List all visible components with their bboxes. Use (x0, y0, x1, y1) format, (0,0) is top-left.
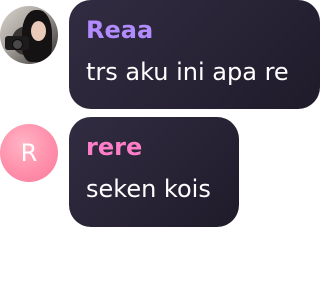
message-bubble[interactable]: rere seken kois (69, 117, 239, 227)
sender-name[interactable]: Reaa (86, 15, 153, 45)
message-text: seken kois (86, 175, 211, 203)
user-avatar[interactable] (0, 6, 58, 64)
chat-thread: Reaa trs aku ini apa re R rere seken koi… (0, 0, 320, 281)
avatar-initial: R (20, 139, 38, 167)
avatar-photo-face (31, 21, 46, 41)
user-avatar[interactable]: R (0, 124, 58, 182)
message-bubble[interactable]: Reaa trs aku ini apa re (69, 0, 320, 109)
avatar-photo-lens (12, 39, 23, 50)
sender-name[interactable]: rere (86, 132, 142, 162)
message-text: trs aku ini apa re (86, 58, 289, 86)
